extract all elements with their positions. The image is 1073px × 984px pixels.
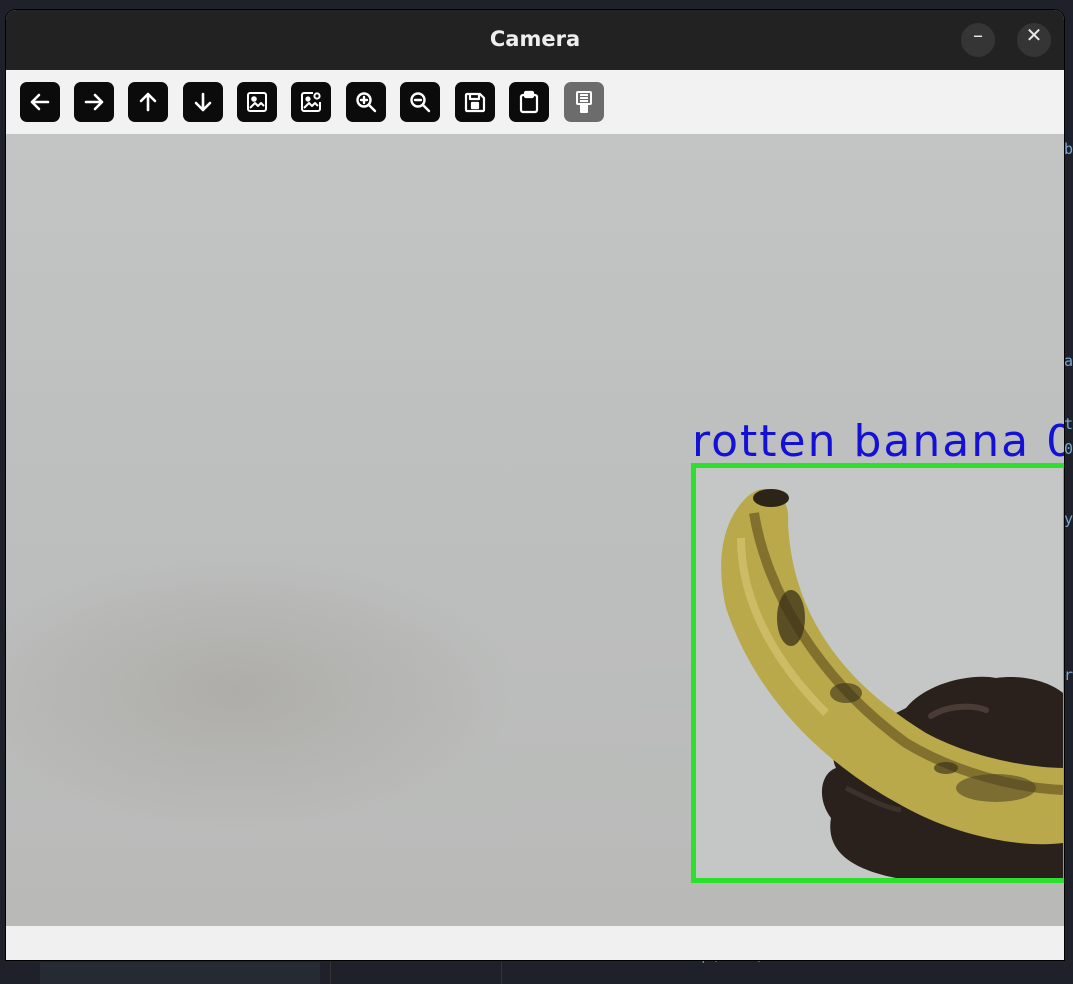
- editor-panel: [40, 962, 320, 984]
- editor-panel: [330, 962, 502, 984]
- minimize-button[interactable]: –: [961, 23, 995, 57]
- editor-edge-glyph: 0: [1064, 440, 1073, 458]
- arrow-down-icon[interactable]: [183, 82, 223, 122]
- editor-edge-glyph: a: [1064, 352, 1073, 370]
- window-title: Camera: [489, 27, 581, 51]
- arrow-up-icon[interactable]: [128, 82, 168, 122]
- zoom-in-icon[interactable]: [346, 82, 386, 122]
- editor-edge-glyph: t: [1064, 415, 1073, 433]
- status-bar: [6, 926, 1064, 960]
- detection-label: rotten banana 0: [692, 416, 1064, 467]
- editor-edge-glyph: r: [1064, 666, 1073, 684]
- image-settings-icon[interactable]: [291, 82, 331, 122]
- toolbar: [6, 70, 1064, 134]
- clipboard-icon[interactable]: [509, 82, 549, 122]
- image-icon[interactable]: [237, 82, 277, 122]
- camera-feed[interactable]: rotten banana 0: [6, 134, 1064, 926]
- save-icon[interactable]: [455, 82, 495, 122]
- banana-in-hand: [696, 468, 1063, 878]
- close-button[interactable]: ✕: [1017, 23, 1051, 57]
- editor-edge-glyph: b: [1064, 140, 1073, 158]
- title-bar[interactable]: Camera – ✕: [6, 10, 1064, 70]
- camera-window: Camera – ✕ rotten banana 0: [6, 10, 1064, 960]
- zoom-out-icon[interactable]: [400, 82, 440, 122]
- editor-edge-glyph: y: [1064, 510, 1073, 528]
- detection-bounding-box: [691, 463, 1064, 883]
- arrow-right-icon[interactable]: [74, 82, 114, 122]
- arrow-left-icon[interactable]: [20, 82, 60, 122]
- properties-icon[interactable]: [564, 82, 604, 122]
